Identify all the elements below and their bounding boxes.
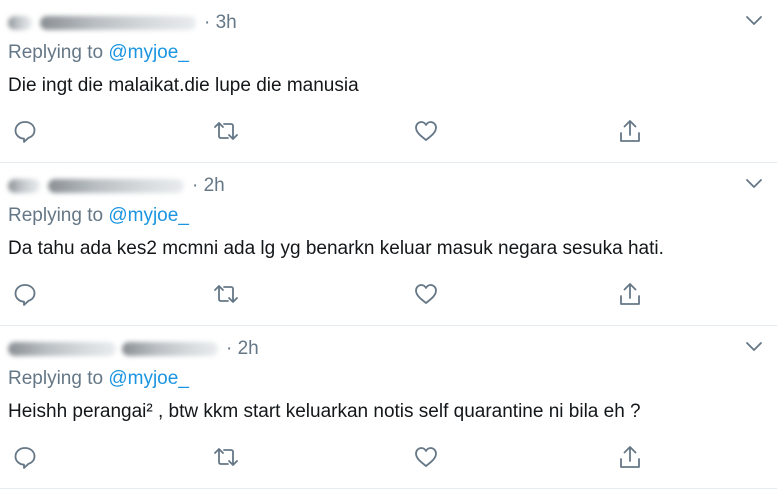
replying-to: Replying to @myjoe_ <box>8 368 189 390</box>
reply-tweet[interactable]: · 2h Replying to @myjoe_ Da tahu ada kes… <box>0 163 777 326</box>
timestamp[interactable]: · 2h <box>226 338 259 360</box>
retweet-icon <box>214 285 238 303</box>
timestamp[interactable]: · 2h <box>192 175 225 197</box>
reply-button[interactable] <box>12 118 38 144</box>
replying-to-label: Replying to <box>8 42 104 63</box>
reply-tweet[interactable]: · 3h Replying to @myjoe_ Die ingt die ma… <box>0 0 777 163</box>
reply-tweet[interactable]: · 2h Replying to @myjoe_ Heishh perangai… <box>0 326 777 489</box>
tweet-actions <box>0 444 777 472</box>
replying-to-handle[interactable]: @myjoe_ <box>108 42 189 63</box>
chevron-down-icon[interactable] <box>745 340 763 354</box>
share-button[interactable] <box>617 444 643 470</box>
share-icon <box>620 446 640 468</box>
replying-to-handle[interactable]: @myjoe_ <box>108 205 189 226</box>
reply-icon <box>14 447 36 469</box>
retweet-button[interactable] <box>213 118 239 144</box>
retweet-icon <box>214 448 238 466</box>
chevron-down-icon[interactable] <box>745 14 763 28</box>
blurred-display-name <box>8 342 116 356</box>
like-icon <box>415 447 437 467</box>
replying-to: Replying to @myjoe_ <box>8 205 189 227</box>
retweet-button[interactable] <box>213 444 239 470</box>
retweet-button[interactable] <box>213 281 239 307</box>
share-icon <box>620 283 640 305</box>
blurred-username <box>40 16 196 30</box>
tweet-actions <box>0 118 777 146</box>
replying-to-handle[interactable]: @myjoe_ <box>108 368 189 389</box>
tweet-header: · 2h <box>8 336 259 362</box>
reply-button[interactable] <box>12 281 38 307</box>
tweet-text: Heishh perangai² , btw kkm start keluark… <box>8 401 641 422</box>
tweet-header: · 3h <box>8 10 237 36</box>
replying-to-label: Replying to <box>8 368 104 389</box>
like-icon <box>415 284 437 304</box>
replying-to-label: Replying to <box>8 205 104 226</box>
like-icon <box>415 121 437 141</box>
tweet-header: · 2h <box>8 173 225 199</box>
tweet-text: Die ingt die malaikat.die lupe die manus… <box>8 75 359 96</box>
tweet-actions <box>0 281 777 309</box>
replying-to: Replying to @myjoe_ <box>8 42 189 64</box>
reply-icon <box>14 121 36 143</box>
timestamp[interactable]: · 3h <box>204 12 237 34</box>
like-button[interactable] <box>413 281 439 307</box>
reply-icon <box>14 284 36 306</box>
reply-button[interactable] <box>12 444 38 470</box>
blurred-display-name <box>8 16 32 30</box>
blurred-display-name <box>8 179 40 193</box>
like-button[interactable] <box>413 118 439 144</box>
blurred-username <box>122 342 218 356</box>
share-button[interactable] <box>617 281 643 307</box>
blurred-username <box>48 179 184 193</box>
share-button[interactable] <box>617 118 643 144</box>
chevron-down-icon[interactable] <box>745 177 763 191</box>
retweet-icon <box>214 122 238 140</box>
share-icon <box>620 120 640 142</box>
like-button[interactable] <box>413 444 439 470</box>
tweet-text: Da tahu ada kes2 mcmni ada lg yg benarkn… <box>8 238 664 259</box>
